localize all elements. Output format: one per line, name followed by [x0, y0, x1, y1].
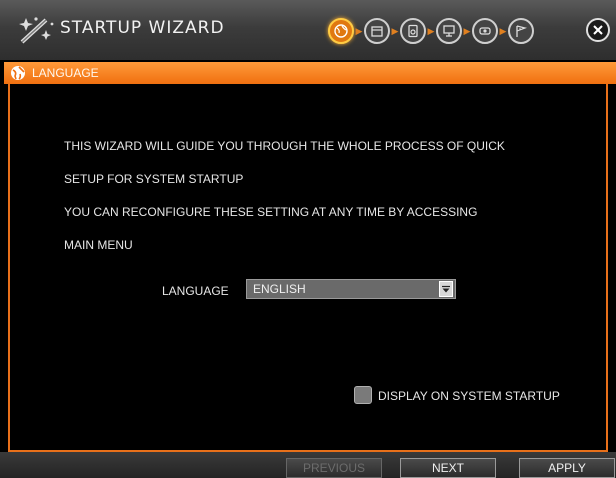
step-arrow-icon: ▶ [499, 25, 507, 36]
step-arrow-icon: ▶ [391, 25, 399, 36]
magic-wand-icon [19, 17, 54, 44]
step-finish-flag-icon[interactable] [508, 18, 534, 44]
close-button[interactable] [586, 18, 610, 42]
step-language-globe-icon[interactable] [328, 18, 354, 44]
intro-text-line: SETUP FOR SYSTEM STARTUP [64, 172, 244, 186]
close-icon [593, 25, 603, 35]
step-arrow-icon: ▶ [355, 25, 363, 36]
step-disk-icon[interactable] [400, 18, 426, 44]
globe-icon [11, 66, 25, 80]
apply-button[interactable]: APPLY [519, 458, 615, 478]
footer-bar: PREVIOUS NEXT APPLY [0, 452, 616, 478]
language-label: LANGUAGE [162, 284, 229, 298]
chevron-down-icon[interactable] [439, 281, 453, 297]
title-bar: STARTUP WIZARD ▶ ▶ ▶ ▶ ▶ [0, 0, 616, 60]
wizard-step-indicator: ▶ ▶ ▶ ▶ ▶ [328, 16, 534, 46]
step-arrow-icon: ▶ [463, 25, 471, 36]
language-selected-value: ENGLISH [253, 282, 306, 296]
intro-text-line: YOU CAN RECONFIGURE THESE SETTING AT ANY… [64, 205, 478, 219]
window-title: STARTUP WIZARD [60, 18, 225, 38]
display-on-startup-checkbox[interactable] [354, 386, 372, 404]
content-panel: THIS WIZARD WILL GUIDE YOU THROUGH THE W… [8, 84, 608, 452]
step-arrow-icon: ▶ [427, 25, 435, 36]
display-on-startup-label: DISPLAY ON SYSTEM STARTUP [378, 389, 560, 403]
section-title: LANGUAGE [32, 66, 99, 80]
step-camera-icon[interactable] [472, 18, 498, 44]
section-header: LANGUAGE [4, 62, 616, 84]
language-dropdown[interactable]: ENGLISH [246, 279, 456, 299]
previous-button[interactable]: PREVIOUS [286, 458, 382, 478]
step-network-monitor-icon[interactable] [436, 18, 462, 44]
step-date-calendar-icon[interactable] [364, 18, 390, 44]
intro-text-line: MAIN MENU [64, 238, 133, 252]
intro-text-line: THIS WIZARD WILL GUIDE YOU THROUGH THE W… [64, 139, 505, 153]
next-button[interactable]: NEXT [400, 458, 496, 478]
